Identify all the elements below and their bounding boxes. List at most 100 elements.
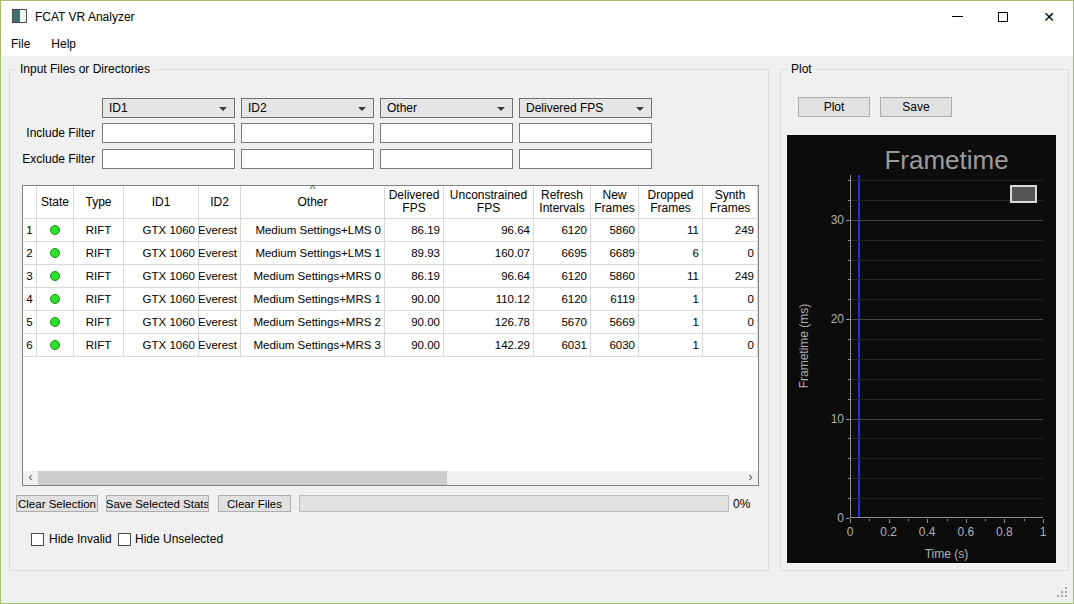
table-row[interactable]: 2RIFTGTX 1060EverestMedium Settings+LMS … [23,242,758,265]
hide-invalid-label: Hide Invalid [49,532,112,546]
save-selected-stats-button[interactable]: Save Selected Stats [106,495,209,512]
row-number: 2 [23,242,37,265]
include-filter-input-2[interactable] [241,123,374,143]
table-empty-area [23,357,758,471]
column-header-label: Synth Frames [703,189,757,215]
cell-unconstrained_fps: 126.78 [444,311,534,334]
title-bar[interactable]: FCAT VR Analyzer ✕ [1,1,1073,32]
column-header-dropped-frames[interactable]: Dropped Frames [639,186,703,219]
table-row[interactable]: 1RIFTGTX 1060EverestMedium Settings+LMS … [23,219,758,242]
column-header-other[interactable]: Other^ [241,186,385,219]
scroll-right-icon[interactable]: › [743,471,758,485]
cell-id1: GTX 1060 [124,265,199,288]
state-cell [37,288,74,311]
menu-file[interactable]: File [10,37,31,51]
table-horizontal-scrollbar[interactable]: ‹ › [23,471,758,485]
column-header-refresh-intervals[interactable]: Refresh Intervals [534,186,591,219]
x-tick-label: 0.8 [989,525,1019,539]
include-filter-input-1[interactable] [102,123,235,143]
include-filter-input-3[interactable] [380,123,513,143]
cell-id1: GTX 1060 [124,334,199,357]
sort-up-icon: ^ [241,184,384,194]
y-minor-tick [848,438,850,439]
y-minor-tick [848,478,850,479]
cell-dropped_frames: 1 [639,288,703,311]
cell-type: RIFT [74,242,124,265]
cell-delivered_fps: 86.19 [385,219,444,242]
close-icon: ✕ [1043,10,1055,24]
include-filter-input-4[interactable] [519,123,652,143]
minimize-icon [952,16,963,17]
state-ok-icon [50,340,60,350]
table-row[interactable]: 3RIFTGTX 1060EverestMedium Settings+MRS … [23,265,758,288]
cell-id2: Everest [199,265,241,288]
y-minor-tick [848,279,850,280]
y-tick-mark [846,220,850,221]
column-header-type[interactable]: Type [74,186,124,219]
y-minor-tick [848,458,850,459]
cell-new_frames: 6689 [591,242,639,265]
filter-combo-other[interactable]: Other [380,98,513,118]
table-row[interactable]: 6RIFTGTX 1060EverestMedium Settings+MRS … [23,334,758,357]
column-header-label: New Frames [591,189,638,215]
minimize-button[interactable] [945,1,969,32]
cell-unconstrained_fps: 110.12 [444,288,534,311]
hide-invalid-checkbox[interactable] [31,533,44,546]
menu-help[interactable]: Help [50,37,77,51]
plot-button[interactable]: Plot [798,97,870,117]
column-header-delivered-fps[interactable]: Delivered FPS [385,186,444,219]
chart-legend-box[interactable] [1010,185,1037,203]
save-button[interactable]: Save [880,97,952,117]
column-header-state[interactable]: State [37,186,74,219]
state-ok-icon [50,317,60,327]
exclude-filter-input-1[interactable] [102,149,235,169]
cell-type: RIFT [74,311,124,334]
gridline [851,359,1043,360]
cell-refresh_intervals: 6695 [534,242,591,265]
cell-refresh_intervals: 6120 [534,288,591,311]
filter-combo-delivered-fps[interactable]: Delivered FPS [519,98,652,118]
clear-files-button[interactable]: Clear Files [218,495,291,512]
state-cell [37,265,74,288]
maximize-button[interactable] [991,1,1015,32]
y-tick-label: 0 [806,511,844,525]
filter-combo-id1[interactable]: ID1 [102,98,235,118]
column-header-synth-frames[interactable]: Synth Frames [703,186,758,219]
column-header-id1[interactable]: ID1 [124,186,199,219]
exclude-filter-input-3[interactable] [380,149,513,169]
x-tick-mark [850,519,851,523]
cell-new_frames: 5669 [591,311,639,334]
cell-refresh_intervals: 6120 [534,265,591,288]
y-tick-label: 20 [806,312,844,326]
chart-cursor-line [858,175,860,517]
resize-grip[interactable] [1057,587,1059,589]
column-header-new-frames[interactable]: New Frames [591,186,639,219]
row-number: 1 [23,219,37,242]
column-header-unconstrained-fps[interactable]: Unconstrained FPS [444,186,534,219]
combo-value: ID2 [248,101,267,115]
cell-synth_frames: 0 [703,334,758,357]
clear-selection-button[interactable]: Clear Selection [16,495,98,512]
column-header-id2[interactable]: ID2 [199,186,241,219]
gridline [851,458,1043,459]
cell-unconstrained_fps: 96.64 [444,265,534,288]
y-tick-mark [846,319,850,320]
progress-percent: 0% [733,497,763,511]
table-row[interactable]: 5RIFTGTX 1060EverestMedium Settings+MRS … [23,311,758,334]
scroll-left-icon[interactable]: ‹ [23,471,38,485]
y-minor-tick [848,200,850,201]
exclude-filter-input-2[interactable] [241,149,374,169]
exclude-filter-input-4[interactable] [519,149,652,169]
cell-delivered_fps: 89.93 [385,242,444,265]
window: FCAT VR Analyzer ✕ File Help Input Files… [0,0,1074,604]
cell-type: RIFT [74,265,124,288]
hide-unselected-checkbox[interactable] [118,533,131,546]
cell-synth_frames: 249 [703,265,758,288]
table-row[interactable]: 4RIFTGTX 1060EverestMedium Settings+MRS … [23,288,758,311]
close-button[interactable]: ✕ [1037,1,1061,32]
filter-combo-id2[interactable]: ID2 [241,98,374,118]
cell-synth_frames: 0 [703,288,758,311]
scrollbar-thumb[interactable] [38,471,447,485]
cell-id1: GTX 1060 [124,219,199,242]
state-cell [37,311,74,334]
